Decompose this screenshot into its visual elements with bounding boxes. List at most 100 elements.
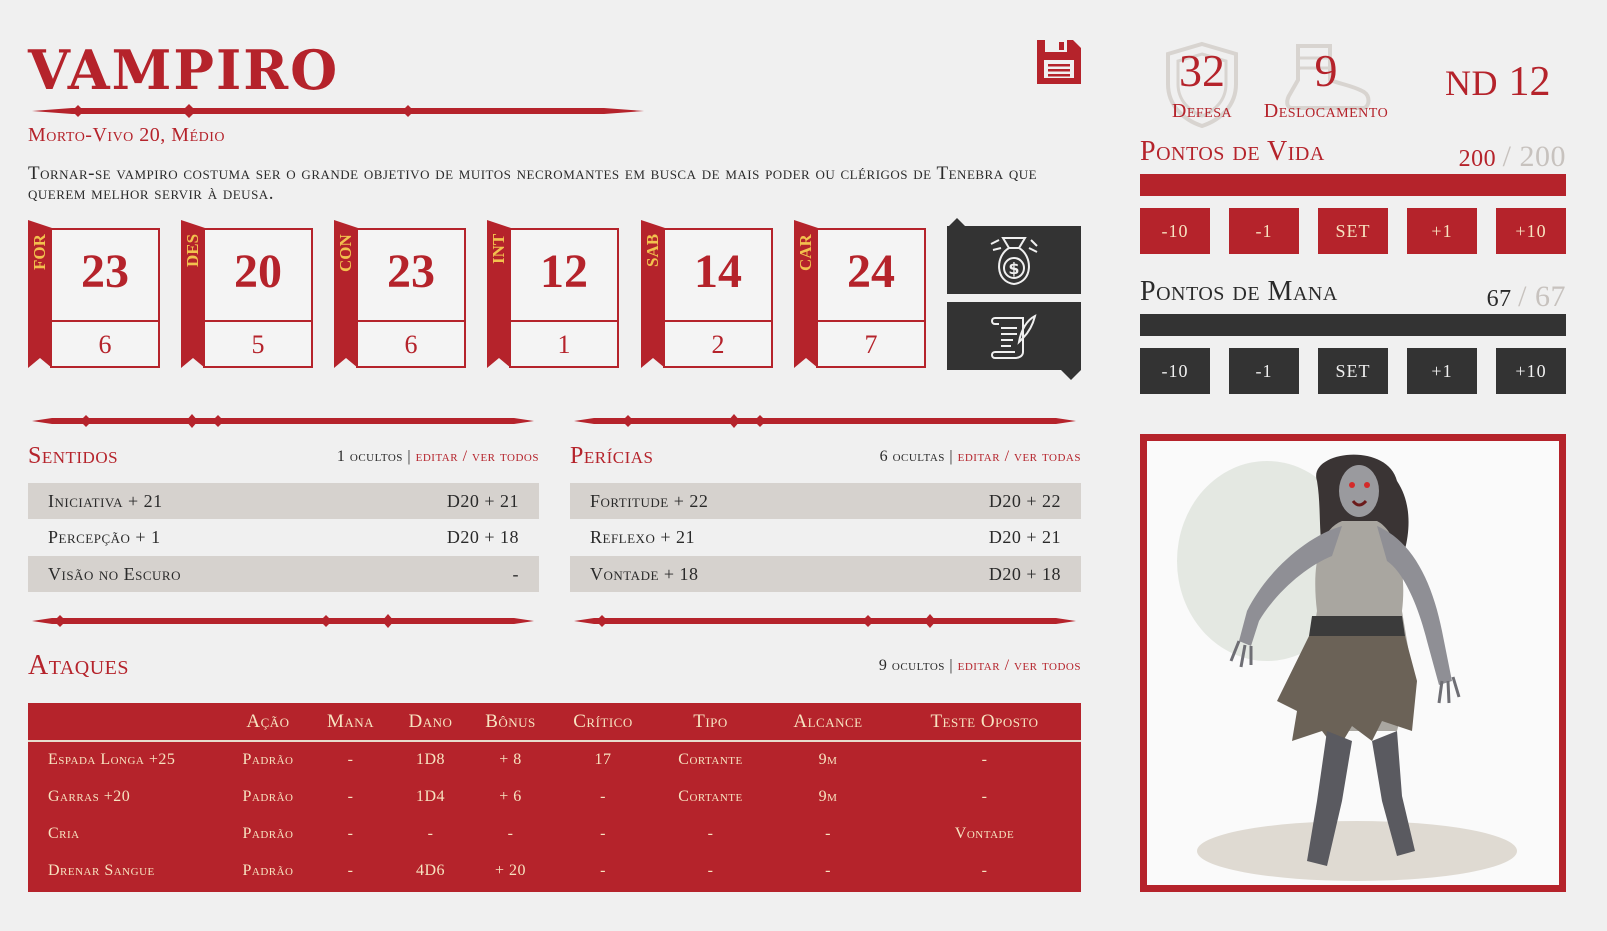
attack-mana: - bbox=[347, 751, 354, 768]
attribute-int[interactable]: INT 12 1 bbox=[487, 220, 619, 370]
attribute-des[interactable]: DES 20 5 bbox=[181, 220, 313, 370]
mp-plus-1-button[interactable]: +1 bbox=[1407, 348, 1477, 394]
speed-value[interactable]: 9 bbox=[1286, 44, 1366, 97]
sense-row[interactable]: Percepção + 1 D20 + 18 bbox=[28, 519, 539, 555]
attribute-modifier[interactable]: 1 bbox=[511, 330, 617, 360]
hp-bar bbox=[1140, 174, 1566, 196]
col-header-range: Alcance bbox=[768, 703, 888, 742]
svg-text:$: $ bbox=[1008, 259, 1019, 278]
notes-button[interactable] bbox=[947, 302, 1081, 370]
attribute-modifier[interactable]: 2 bbox=[665, 330, 771, 360]
attack-damage[interactable]: 1D4 bbox=[393, 778, 468, 815]
mp-value[interactable]: 67 / 67 bbox=[1380, 280, 1566, 314]
skills-edit-link[interactable]: editar / ver todas bbox=[958, 448, 1081, 465]
attack-damage[interactable]: 4D6 bbox=[393, 852, 468, 889]
skill-roll[interactable]: D20 + 18 bbox=[989, 564, 1061, 585]
sense-label: Percepção + 1 bbox=[48, 526, 161, 547]
hp-title: Pontos de Vida bbox=[1140, 136, 1325, 167]
attack-range: 9m bbox=[818, 751, 838, 768]
senses-edit-link[interactable]: editar / ver todos bbox=[416, 448, 539, 465]
attacks-meta: 9 ocultos | editar / ver todos bbox=[878, 657, 1081, 674]
attack-name[interactable]: Drenar Sangue bbox=[28, 852, 228, 889]
monster-portrait[interactable] bbox=[1140, 434, 1566, 892]
challenge-rating[interactable]: ND 12 bbox=[1445, 58, 1551, 106]
hp-value[interactable]: 200 / 200 bbox=[1380, 140, 1566, 174]
attack-name[interactable]: Cria bbox=[28, 815, 228, 852]
sense-roll[interactable]: D20 + 21 bbox=[447, 491, 519, 512]
money-bag-icon: $ bbox=[990, 237, 1038, 286]
nd-value: 12 bbox=[1508, 59, 1551, 105]
attribute-abbr: CAR bbox=[796, 234, 815, 271]
hp-set-button[interactable]: SET bbox=[1318, 208, 1388, 254]
monster-type-size: Morto-Vivo 20, Médio bbox=[28, 124, 226, 146]
mp-bar-fill bbox=[1140, 314, 1566, 336]
sense-row[interactable]: Visão no Escuro - bbox=[28, 556, 539, 592]
attack-action: Padrão bbox=[242, 751, 294, 768]
sense-label: Iniciativa + 21 bbox=[48, 490, 163, 511]
skill-row[interactable]: Fortitude + 22 D20 + 22 bbox=[570, 483, 1081, 519]
attack-bonus: + 20 bbox=[494, 861, 527, 879]
skills-title: Perícias bbox=[570, 443, 654, 469]
attack-name[interactable]: Garras +20 bbox=[28, 778, 228, 815]
hp-plus-1-button[interactable]: +1 bbox=[1407, 208, 1477, 254]
scroll-quill-icon bbox=[991, 314, 1037, 359]
mp-minus-1-button[interactable]: -1 bbox=[1229, 348, 1299, 394]
attack-name[interactable]: Espada Longa +25 bbox=[28, 741, 228, 778]
hp-minus-10-button[interactable]: -10 bbox=[1140, 208, 1210, 254]
attack-range: - bbox=[825, 861, 831, 879]
mp-minus-10-button[interactable]: -10 bbox=[1140, 348, 1210, 394]
attribute-value: 23 bbox=[387, 245, 435, 298]
attack-opposed-test: - bbox=[981, 751, 988, 768]
hp-minus-1-button[interactable]: -1 bbox=[1229, 208, 1299, 254]
attack-bonus: + 6 bbox=[499, 787, 522, 805]
attribute-modifier[interactable]: 5 bbox=[205, 330, 311, 360]
attack-type: - bbox=[707, 861, 714, 879]
save-button[interactable] bbox=[1035, 38, 1083, 86]
attribute-abbr: INT bbox=[489, 234, 508, 265]
skill-row[interactable]: Vontade + 18 D20 + 18 bbox=[570, 556, 1081, 592]
col-header-action: Ação bbox=[228, 703, 308, 742]
attribute-modifier[interactable]: 6 bbox=[52, 330, 158, 360]
attack-row[interactable]: Espada Longa +25 Padrão - 1D8 + 8 17 Cor… bbox=[28, 741, 1081, 778]
floppy-disk-icon bbox=[1037, 40, 1081, 84]
attack-type: Cortante bbox=[678, 751, 743, 768]
title-divider bbox=[32, 104, 644, 118]
skill-roll[interactable]: D20 + 21 bbox=[989, 527, 1061, 548]
attacks-title: Ataques bbox=[28, 650, 130, 681]
attack-action: Padrão bbox=[242, 861, 294, 879]
attribute-con[interactable]: CON 23 6 bbox=[334, 220, 466, 370]
money-button[interactable]: $ bbox=[947, 226, 1081, 294]
attack-row[interactable]: Garras +20 Padrão - 1D4 + 6 - Cortante 9… bbox=[28, 778, 1081, 815]
col-header-mana: Mana bbox=[308, 703, 393, 742]
attack-damage[interactable]: 1D8 bbox=[393, 741, 468, 778]
attribute-for[interactable]: FOR 23 6 bbox=[28, 220, 160, 370]
attribute-value: 12 bbox=[540, 245, 588, 298]
sense-roll[interactable]: - bbox=[513, 564, 520, 585]
attack-bonus: - bbox=[507, 824, 514, 842]
skill-label: Vontade + 18 bbox=[590, 563, 699, 584]
sense-roll[interactable]: D20 + 18 bbox=[447, 527, 519, 548]
attribute-divider bbox=[52, 320, 158, 322]
mp-set-button[interactable]: SET bbox=[1318, 348, 1388, 394]
attribute-sab[interactable]: SAB 14 2 bbox=[641, 220, 773, 370]
attack-damage[interactable]: - bbox=[393, 815, 468, 852]
sense-row[interactable]: Iniciativa + 21 D20 + 21 bbox=[28, 483, 539, 519]
col-header-type: Tipo bbox=[653, 703, 768, 742]
hp-plus-10-button[interactable]: +10 bbox=[1496, 208, 1566, 254]
attack-row[interactable]: Cria Padrão - - - - - - Vontade bbox=[28, 815, 1081, 852]
mp-bar bbox=[1140, 314, 1566, 336]
attacks-edit-link[interactable]: editar / ver todos bbox=[958, 657, 1081, 674]
col-header-name bbox=[28, 703, 228, 742]
mp-plus-10-button[interactable]: +10 bbox=[1496, 348, 1566, 394]
defense-value[interactable]: 32 bbox=[1162, 44, 1242, 97]
attack-bonus: + 8 bbox=[499, 751, 522, 768]
skill-roll[interactable]: D20 + 22 bbox=[989, 491, 1061, 512]
attribute-car[interactable]: CAR 24 7 bbox=[794, 220, 926, 370]
attribute-modifier[interactable]: 7 bbox=[818, 330, 924, 360]
attribute-modifier[interactable]: 6 bbox=[358, 330, 464, 360]
speed-label: Deslocamento bbox=[1263, 100, 1389, 122]
attack-row[interactable]: Drenar Sangue Padrão - 4D6 + 20 - - - - bbox=[28, 852, 1081, 889]
sense-label: Visão no Escuro bbox=[48, 563, 181, 584]
skill-row[interactable]: Reflexo + 21 D20 + 21 bbox=[570, 519, 1081, 555]
senses-meta: 1 ocultos | editar / ver todos bbox=[336, 448, 539, 465]
